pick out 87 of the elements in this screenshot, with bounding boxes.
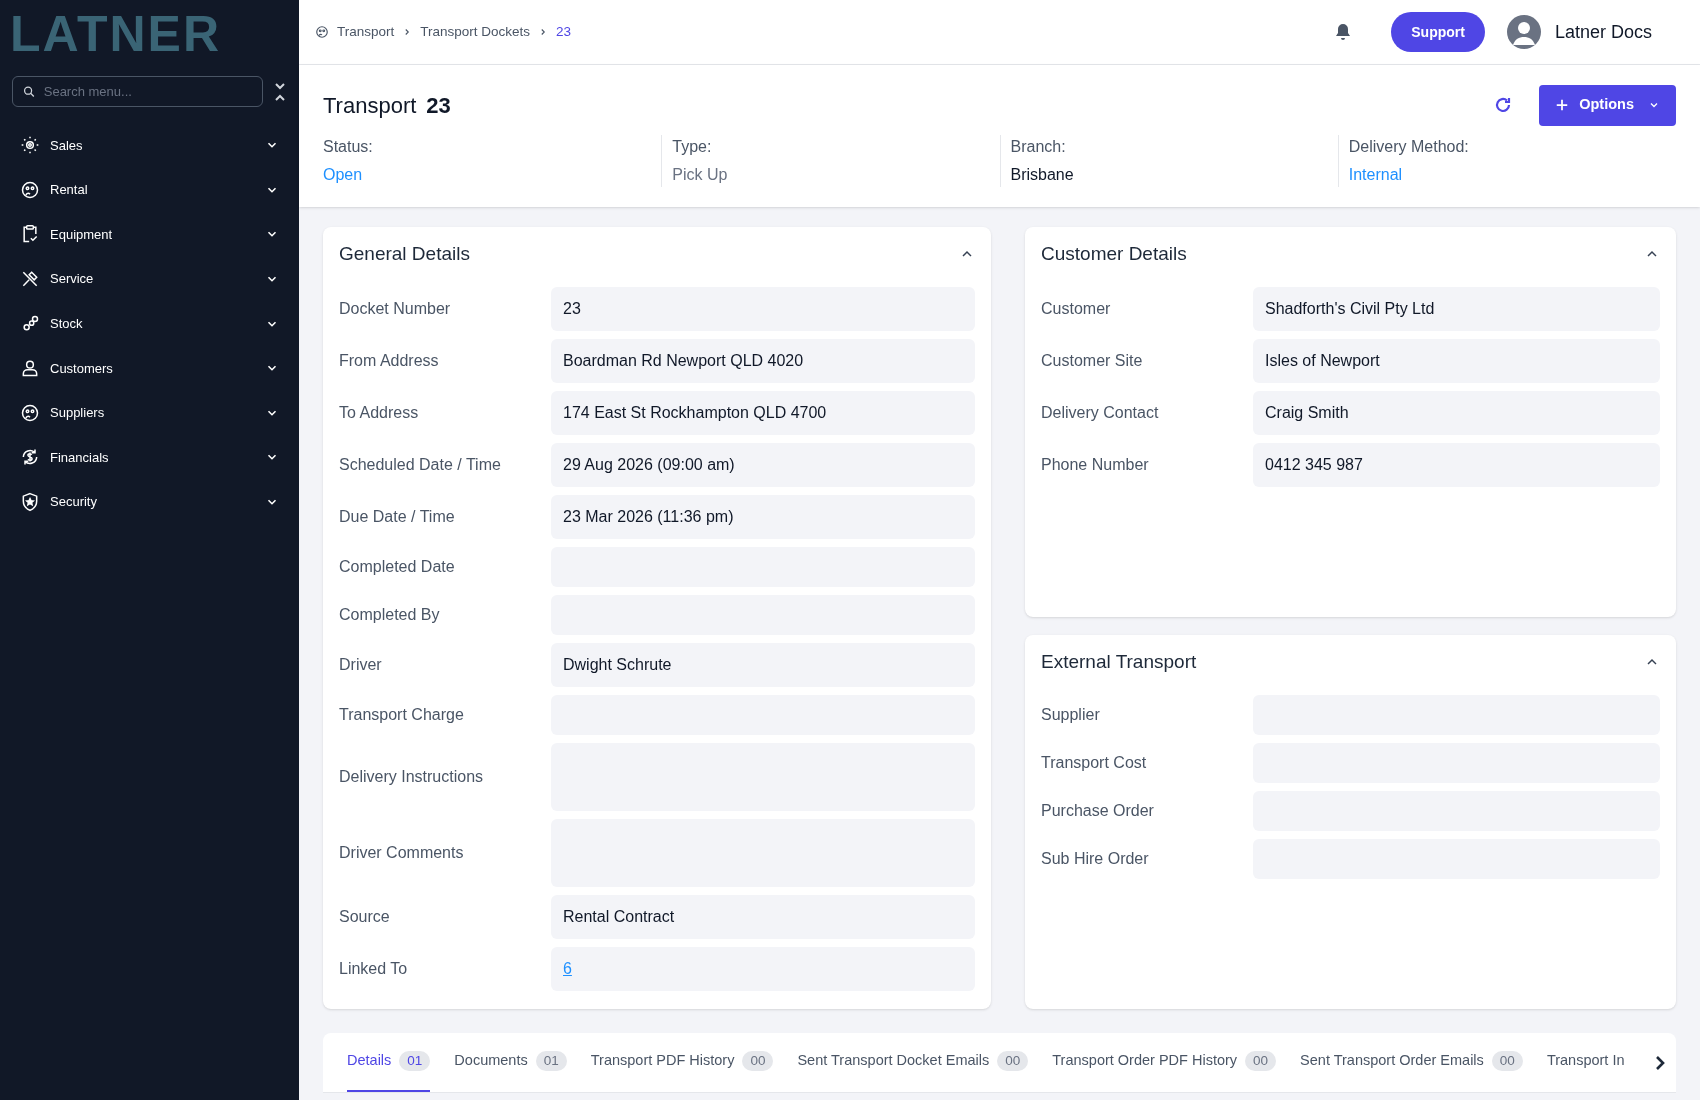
input-field[interactable]: Rental Contract: [551, 895, 975, 939]
avatar-icon: [1506, 15, 1541, 49]
input-field[interactable]: Isles of Newport: [1253, 339, 1660, 383]
summary-value: Brisbane: [1010, 165, 1075, 185]
options-button[interactable]: Options: [1539, 84, 1676, 126]
search-field[interactable]: Search menu...: [12, 76, 263, 107]
user-icon: [20, 358, 40, 379]
shield-star-icon: [20, 492, 40, 513]
field-label: Phone Number: [1041, 455, 1150, 475]
tab[interactable]: Documents 01: [454, 1033, 567, 1092]
summary-label: Branch:: [1010, 137, 1067, 157]
face-icon: [20, 402, 40, 423]
field-label: Customer: [1041, 299, 1112, 319]
sidebar-item[interactable]: Service: [0, 256, 299, 302]
clipboard-check-icon: [20, 224, 40, 245]
field-label: To Address: [339, 403, 420, 423]
card-title: Customer Details: [1041, 241, 1188, 266]
field-label: Completed By: [339, 605, 441, 625]
face-icon: [315, 25, 329, 39]
summary-label: Type:: [672, 137, 713, 157]
input-field[interactable]: 23: [551, 287, 975, 331]
docket-number: 23: [426, 91, 451, 120]
field-label: Due Date / Time: [339, 507, 456, 527]
summary-label: Delivery Method:: [1348, 137, 1470, 157]
field-label: Linked To: [339, 959, 409, 979]
field-label: Driver Comments: [339, 843, 465, 863]
sidebar-item[interactable]: Sales: [0, 123, 299, 168]
input-field[interactable]: Boardman Rd Newport QLD 4020: [551, 339, 975, 383]
sidebar-item[interactable]: Customers: [0, 345, 299, 391]
dollar-cycle-icon: [20, 447, 40, 468]
input-field[interactable]: 23 Mar 2026 (11:36 pm): [551, 495, 975, 539]
field-label: Source: [339, 907, 391, 927]
face-icon: [20, 179, 40, 200]
field-label: Delivery Instructions: [339, 767, 485, 787]
input-field[interactable]: 0412 345 987: [1253, 443, 1660, 487]
count-badge: 00: [1491, 1050, 1523, 1072]
field-label: Completed Date: [339, 557, 456, 577]
collapse-all-button[interactable]: [273, 80, 287, 103]
sidebar-item[interactable]: Financials: [0, 435, 299, 480]
breadcrumb-link[interactable]: Transport Dockets: [420, 21, 531, 43]
sidebar-item[interactable]: Stock: [0, 301, 299, 346]
field-label: Supplier: [1041, 705, 1101, 725]
tab[interactable]: Details 01: [347, 1033, 431, 1092]
breadcrumb-link[interactable]: 23: [556, 21, 572, 43]
tab[interactable]: Sent Transport Order Emails 00: [1300, 1033, 1523, 1092]
count-badge: 01: [535, 1050, 567, 1072]
count-badge: 00: [1245, 1050, 1277, 1072]
field-label: Customer Site: [1041, 351, 1144, 371]
field-label: Delivery Contact: [1041, 403, 1160, 423]
search-input[interactable]: Search menu...: [43, 81, 252, 102]
sidebar-item[interactable]: Rental: [0, 167, 299, 213]
input-field[interactable]: Shadforth's Civil Pty Ltd: [1253, 287, 1660, 331]
field-label: Driver: [339, 655, 383, 675]
card-title: External Transport: [1041, 649, 1198, 674]
plus-icon: [1555, 98, 1570, 112]
input-field[interactable]: Dwight Schrute: [551, 643, 975, 687]
field-label: Scheduled Date / Time: [339, 455, 502, 475]
card-title: General Details: [339, 241, 471, 266]
field-label: Docket Number: [339, 299, 452, 319]
target-icon: [20, 135, 40, 156]
logo: LATNER: [9, 5, 223, 64]
tab[interactable]: Transport PDF History 00: [590, 1033, 774, 1092]
gears-icon: [20, 313, 40, 334]
tab[interactable]: Sent Transport Docket Emails 00: [797, 1033, 1029, 1092]
user-name: Latner Docs: [1554, 20, 1652, 44]
tab[interactable]: Transport Order PDF History 00: [1052, 1033, 1277, 1092]
field-label: From Address: [339, 351, 440, 371]
field-label: Purchase Order: [1041, 801, 1155, 821]
field-label: Transport Charge: [339, 705, 465, 725]
support-button[interactable]: Support: [1391, 12, 1485, 52]
sidebar-item[interactable]: Suppliers: [0, 390, 299, 436]
search-icon: [23, 84, 36, 99]
sidebar-item[interactable]: Security: [0, 479, 299, 525]
input-field[interactable]: 29 Aug 2026 (09:00 am): [551, 443, 975, 487]
input-field[interactable]: Craig Smith: [1253, 391, 1660, 435]
input-field[interactable]: 174 East St Rockhampton QLD 4700: [551, 391, 975, 435]
summary-value: Pick Up: [672, 165, 729, 185]
field-label: Sub Hire Order: [1041, 849, 1150, 869]
sidebar-item[interactable]: Equipment: [0, 212, 299, 257]
count-badge: 01: [399, 1050, 431, 1072]
count-badge: 00: [997, 1050, 1029, 1072]
breadcrumb-link[interactable]: Transport: [337, 21, 395, 43]
field-label: Transport Cost: [1041, 753, 1148, 773]
tab[interactable]: Transport In: [1546, 1033, 1625, 1092]
page-title: Transport: [323, 91, 417, 120]
count-badge: 00: [742, 1050, 774, 1072]
summary-label: Status:: [323, 137, 374, 157]
